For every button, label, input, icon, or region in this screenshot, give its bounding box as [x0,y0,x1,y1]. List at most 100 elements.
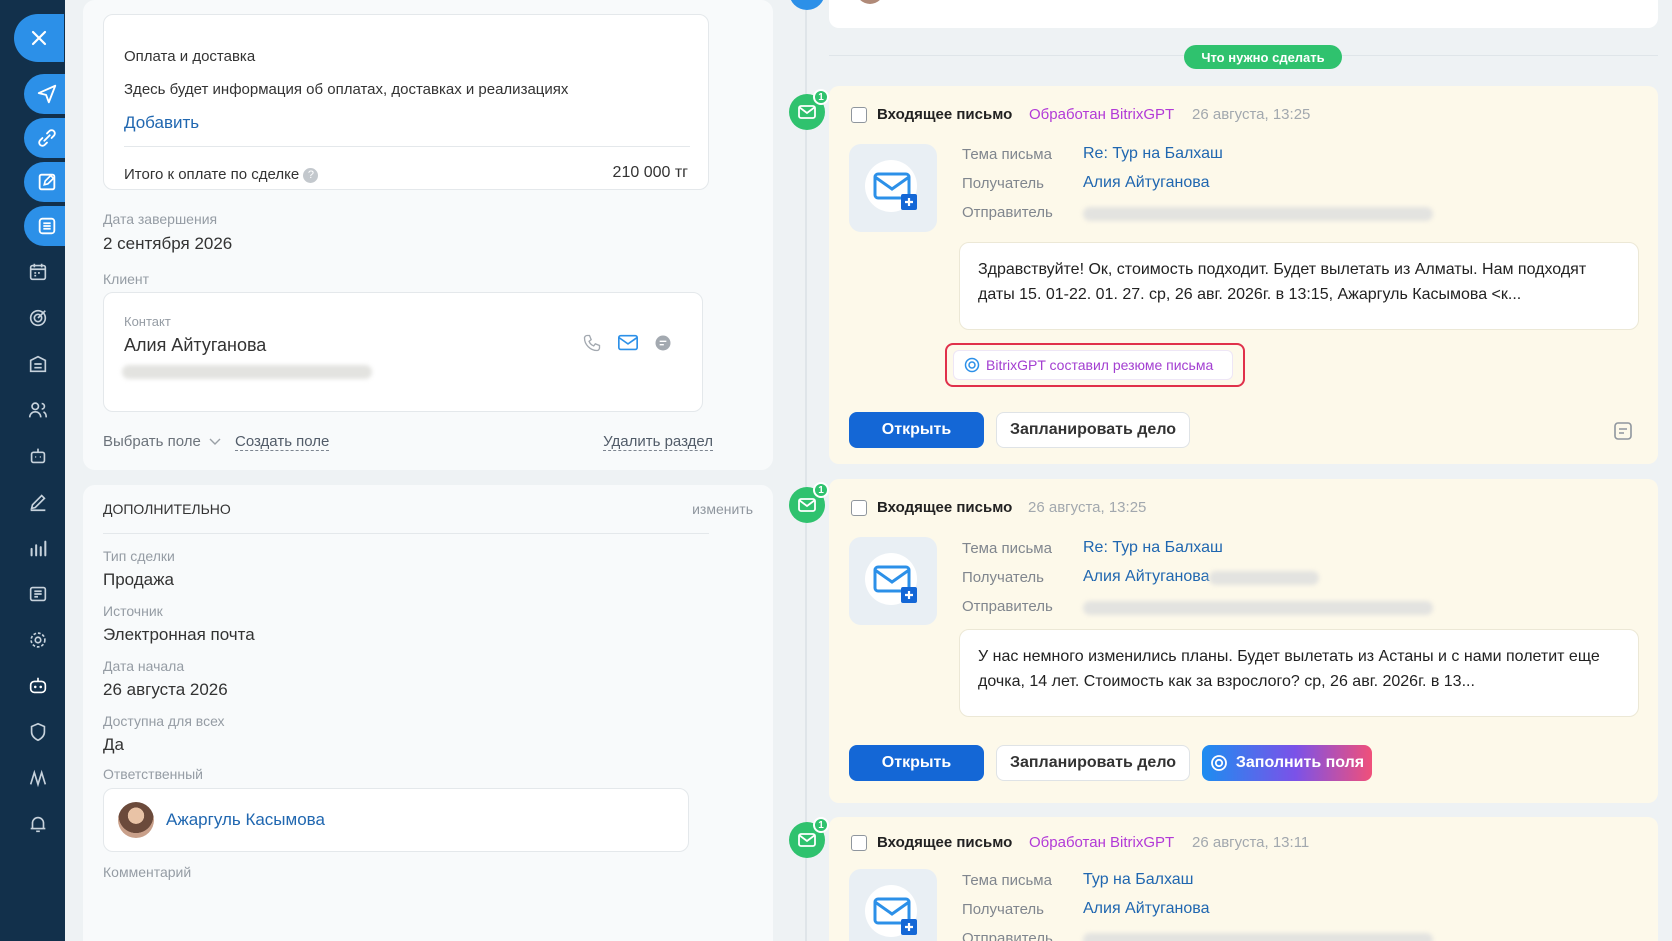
sidebar-item-send[interactable] [24,74,65,114]
additional-edit-link[interactable]: изменить [692,501,753,517]
link-icon [38,129,56,147]
sidebar-item-settings[interactable] [16,620,60,660]
help-icon[interactable]: ? [303,167,319,183]
gpt-summary-chip[interactable]: BitrixGPT составил резюме письма [953,350,1233,380]
contact-phone-blurred [122,365,372,379]
email-date: 26 августа, 13:11 [1192,834,1310,851]
envelope-icon [865,885,917,937]
sidebar-item-news[interactable] [16,574,60,614]
start-date-value[interactable]: 26 августа 2026 [103,680,228,700]
fill-fields-button[interactable]: Заполнить поля [1202,745,1372,781]
sidebar [0,0,65,941]
pen-icon [30,494,46,512]
deal-type-label: Тип сделки [103,548,175,564]
email-date: 26 августа, 13:25 [1028,499,1147,516]
users-icon [28,402,48,418]
source-value[interactable]: Электронная почта [103,625,255,645]
chat-icon[interactable] [653,333,673,353]
deal-main-card: Оплата и доставка Здесь будет информация… [83,0,773,470]
recipient-link[interactable]: Алия Айтуганова [1083,900,1210,918]
contact-card: Контакт Алия Айтуганова [103,292,703,412]
email-checkbox[interactable] [851,500,867,516]
recipient-link[interactable]: Алия Айтуганова [1083,174,1210,192]
gpt-processed-label[interactable]: Обработан BitrixGPT [1029,834,1174,851]
email-checkbox[interactable] [851,107,867,123]
create-field-link[interactable]: Создать поле [235,433,330,451]
subject-link[interactable]: Re: Тур на Балхаш [1083,539,1223,557]
sidebar-item-chart[interactable] [16,528,60,568]
payment-description: Здесь будет информация об оплатах, доста… [124,81,569,98]
close-icon [31,30,47,46]
select-field-dropdown[interactable]: Выбрать поле [103,433,221,450]
sidebar-item-users[interactable] [16,390,60,430]
unread-badge: 1 [813,89,829,105]
subject-label: Тема письма [962,540,1052,557]
email-card: Входящее письмо 26 августа, 13:25 Тема п… [829,479,1658,803]
subject-link[interactable]: Re: Тур на Балхаш [1083,145,1223,163]
gpt-processed-label[interactable]: Обработан BitrixGPT [1029,106,1174,123]
mail-icon [798,498,816,512]
plan-button[interactable]: Запланировать дело [996,412,1190,448]
note-icon[interactable] [1612,420,1634,442]
sidebar-item-link[interactable] [24,118,65,158]
email-preview[interactable]: У нас немного изменились планы. Будет вы… [959,629,1639,717]
recipient-link[interactable]: Алия Айтуганова [1083,568,1210,586]
sidebar-item-list[interactable] [24,206,65,246]
delete-section-link[interactable]: Удалить раздел [603,433,713,451]
list-icon [38,217,56,235]
avatar [118,802,154,838]
sidebar-item-target[interactable] [16,298,60,338]
sidebar-item-edit[interactable] [24,162,65,202]
email-checkbox[interactable] [851,835,867,851]
sidebar-item-robot[interactable] [16,436,60,476]
subject-label: Тема письма [962,872,1052,889]
email-icon-box [849,537,937,625]
close-button[interactable] [14,14,64,62]
gpt-icon [964,357,980,373]
additional-card: ДОПОЛНИТЕЛЬНО изменить Тип сделки Продаж… [83,485,773,941]
contact-name[interactable]: Алия Айтуганова [124,335,266,356]
total-label: Итого к оплате по сделке ? [124,166,319,183]
sidebar-item-wave[interactable] [16,758,60,798]
unread-badge: 1 [813,817,829,833]
end-date-value[interactable]: 2 сентября 2026 [103,234,232,254]
shield-icon [30,722,46,742]
start-date-label: Дата начала [103,658,185,674]
open-button[interactable]: Открыть [849,412,984,448]
deal-type-value[interactable]: Продажа [103,570,174,590]
sidebar-item-bot[interactable] [16,666,60,706]
total-value: 210 000 тг [612,164,688,181]
unread-badge: 1 [813,482,829,498]
target-icon [29,309,47,327]
deal-details-panel: Оплата и доставка Здесь будет информация… [65,0,783,941]
responsible-name[interactable]: Ажаргуль Касымова [166,810,325,830]
sidebar-item-bell[interactable] [16,804,60,844]
bot-icon [29,677,47,694]
sender-label: Отправитель [962,204,1053,221]
add-payment-link[interactable]: Добавить [124,113,199,133]
sidebar-item-pen[interactable] [16,482,60,522]
available-label: Доступна для всех [103,713,225,729]
email-date: 26 августа, 13:25 [1192,106,1311,123]
phone-icon[interactable] [582,333,602,353]
plan-button[interactable]: Запланировать дело [996,745,1190,781]
available-value[interactable]: Да [103,735,124,755]
responsible-card[interactable]: Ажаргуль Касымова [103,788,689,852]
mail-icon [798,105,816,119]
mail-marker: 1 [789,482,829,523]
email-preview[interactable]: Здравствуйте! Ок, стоимость подходит. Бу… [959,242,1639,330]
sidebar-item-shield[interactable] [16,712,60,752]
subject-link[interactable]: Тур на Балхаш [1083,871,1194,889]
email-icon-box [849,144,937,232]
source-label: Источник [103,603,163,619]
sender-blurred [1083,601,1433,615]
recipient-email-blurred [1209,571,1319,585]
chevron-down-icon [209,438,221,445]
envelope-icon [865,553,917,605]
sidebar-item-calendar[interactable] [16,252,60,292]
timeline-top-marker [789,0,825,10]
mail-marker: 1 [789,89,829,130]
open-button[interactable]: Открыть [849,745,984,781]
mail-icon[interactable] [617,333,639,353]
sidebar-item-building[interactable] [16,344,60,384]
